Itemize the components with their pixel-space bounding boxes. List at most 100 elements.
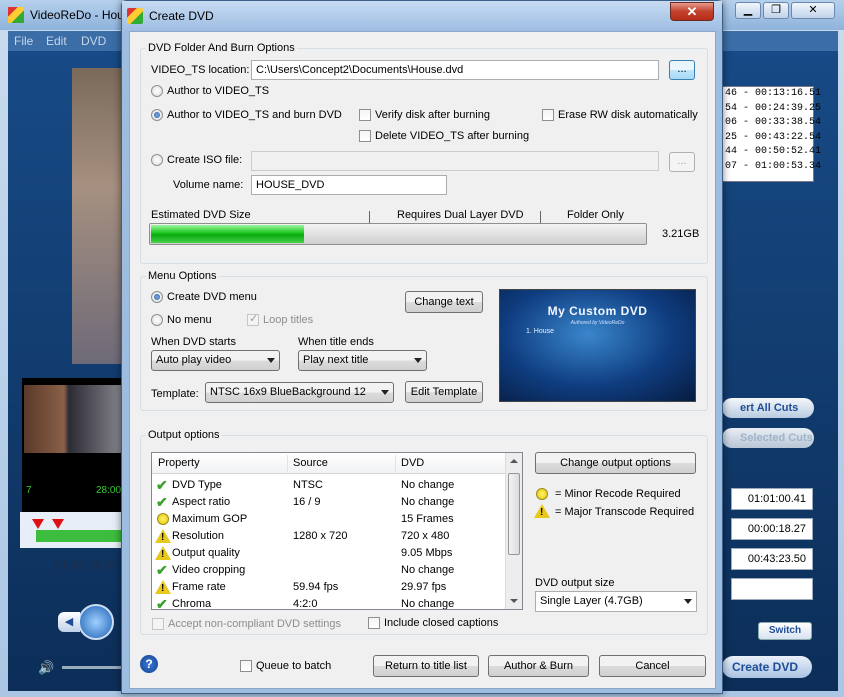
cell-property: Aspect ratio <box>172 496 231 508</box>
iso-file-input[interactable] <box>251 151 659 171</box>
browse-iso-button[interactable]: ... <box>669 152 695 172</box>
cell-dvd: 720 x 480 <box>401 530 450 542</box>
author-burn-radio[interactable] <box>151 109 163 121</box>
output-properties-list[interactable]: Property Source DVD ✔ DVD Type NTSC No chan… <box>151 452 523 610</box>
title-ends-select[interactable]: Play next title <box>298 350 427 371</box>
cut-list-item[interactable]: 54 - 00:24:39.25 <box>723 102 821 117</box>
delete-videots-checkbox[interactable] <box>359 130 371 142</box>
cut-list-item[interactable]: 25 - 00:43:22.54 <box>723 131 821 146</box>
menu-options-group-label: Menu Options <box>146 270 219 282</box>
column-property[interactable]: Property <box>158 457 200 469</box>
app-logo-icon <box>127 8 143 24</box>
switch-button[interactable]: Switch <box>758 622 812 640</box>
erase-rw-checkbox[interactable] <box>542 109 554 121</box>
table-row[interactable]: Resolution 1280 x 720 720 x 480 <box>152 528 505 545</box>
no-menu-radio[interactable] <box>151 314 163 326</box>
change-output-options-button[interactable]: Change output options <box>535 452 696 474</box>
browse-videots-button[interactable]: ... <box>669 60 695 80</box>
template-select[interactable]: NTSC 16x9 BlueBackground 12 <box>205 382 394 403</box>
volume-name-input[interactable]: HOUSE_DVD <box>251 175 447 195</box>
preview-item: 1. House <box>526 328 555 335</box>
cut-list-item[interactable]: 06 - 00:33:38.54 <box>723 116 821 131</box>
return-title-list-button[interactable]: Return to title list <box>373 655 479 677</box>
video-preview <box>72 68 124 364</box>
cell-property: Video cropping <box>172 564 246 576</box>
cancel-button[interactable]: Cancel <box>599 655 706 677</box>
edit-template-button[interactable]: Edit Template <box>405 381 483 403</box>
cut-marker-icon[interactable] <box>52 519 64 529</box>
volume-icon[interactable]: 🔊 <box>38 660 54 676</box>
time-field[interactable]: 00:43:23.50 <box>731 548 813 570</box>
scroll-down-icon[interactable] <box>510 599 518 603</box>
table-row[interactable]: Frame rate 59.94 fps 29.97 fps <box>152 579 505 596</box>
author-videots-radio[interactable] <box>151 85 163 97</box>
size-separator <box>369 211 370 223</box>
column-source[interactable]: Source <box>293 457 328 469</box>
scroll-thumb[interactable] <box>508 473 520 555</box>
list-scrollbar[interactable] <box>505 453 522 609</box>
volume-slider[interactable] <box>62 666 122 669</box>
erase-rw-label: Erase RW disk automatically <box>558 109 698 121</box>
closed-captions-checkbox[interactable] <box>368 617 380 629</box>
maximize-button[interactable]: ❐ <box>763 2 789 19</box>
title-ends-label: When title ends <box>298 336 374 348</box>
cell-property: Frame rate <box>172 581 226 593</box>
create-iso-radio[interactable] <box>151 154 163 166</box>
close-button[interactable]: ✕ <box>670 2 714 21</box>
cut-list-item[interactable]: 44 - 00:50:52.41 <box>723 145 821 160</box>
menu-edit[interactable]: Edit <box>46 34 67 48</box>
cut-list-item[interactable]: 07 - 01:00:53.34 <box>723 160 821 175</box>
cell-property: Output quality <box>172 547 240 559</box>
time-field[interactable]: 00:00:18.27 <box>731 518 813 540</box>
cell-dvd: No change <box>401 564 455 576</box>
videots-location-input[interactable]: C:\Users\Concept2\Documents\House.dvd <box>251 60 659 80</box>
table-row[interactable]: ✔ DVD Type NTSC No change <box>152 477 505 494</box>
ok-check-icon: ✔ <box>156 494 168 510</box>
dvd-size-progress-fill <box>151 225 305 243</box>
accept-noncompliant-checkbox[interactable] <box>152 618 164 630</box>
cell-source: NTSC <box>293 479 323 491</box>
queue-batch-label: Queue to batch <box>256 660 332 672</box>
create-iso-label: Create ISO file: <box>167 154 243 166</box>
dvd-output-size-select[interactable]: Single Layer (4.7GB) <box>535 591 697 612</box>
menu-preview: My Custom DVD Authored by VideoReDo 1. H… <box>499 289 696 402</box>
cell-source: 4:2:0 <box>293 598 318 610</box>
prev-button[interactable]: ◀ <box>58 612 80 632</box>
menu-dvd[interactable]: DVD <box>81 34 106 48</box>
cut-list-item[interactable]: 46 - 00:13:16.51 <box>723 87 821 102</box>
table-row[interactable]: ✔ Video cropping No change <box>152 562 505 579</box>
scroll-up-icon[interactable] <box>510 459 518 463</box>
play-button[interactable] <box>78 604 114 640</box>
selected-cuts-button[interactable]: Selected Cuts <box>722 428 814 448</box>
revert-all-cuts-button[interactable]: ert All Cuts <box>722 398 814 418</box>
column-dvd[interactable]: DVD <box>401 457 424 469</box>
help-icon[interactable]: ? <box>140 655 158 673</box>
loop-titles-label: Loop titles <box>263 314 314 326</box>
title-ends-value: Play next title <box>303 354 369 366</box>
time-field[interactable]: 01:01:00.41 <box>731 488 813 510</box>
author-burn-button[interactable]: Author & Burn <box>488 655 589 677</box>
close-app-button[interactable]: ✕ <box>791 2 835 19</box>
videots-location-label: VIDEO_TS location: <box>151 64 250 76</box>
ok-check-icon: ✔ <box>156 562 168 578</box>
current-timecode: 01:00:35.07 <box>54 558 119 572</box>
menu-file[interactable]: File <box>14 34 33 48</box>
minimize-button[interactable]: ▁ <box>735 2 761 19</box>
accept-noncompliant-label: Accept non-compliant DVD settings <box>168 618 342 630</box>
table-row[interactable]: Maximum GOP 15 Frames <box>152 511 505 528</box>
table-row[interactable]: Output quality 9.05 Mbps <box>152 545 505 562</box>
time-field[interactable] <box>731 578 813 600</box>
queue-batch-checkbox[interactable] <box>240 660 252 672</box>
loop-titles-checkbox[interactable] <box>247 312 259 326</box>
list-header: Property Source DVD <box>152 453 505 474</box>
cell-source: 1280 x 720 <box>293 530 348 542</box>
create-menu-radio[interactable] <box>151 291 163 303</box>
dvd-output-size-label: DVD output size <box>535 577 615 589</box>
change-text-button[interactable]: Change text <box>405 291 483 313</box>
dvd-starts-select[interactable]: Auto play video <box>151 350 280 371</box>
verify-disk-checkbox[interactable] <box>359 109 371 121</box>
create-dvd-main-button[interactable]: Create DVD <box>722 656 812 678</box>
cut-marker-icon[interactable] <box>32 519 44 529</box>
table-row[interactable]: ✔ Chroma 4:2:0 No change <box>152 596 505 610</box>
table-row[interactable]: ✔ Aspect ratio 16 / 9 No change <box>152 494 505 511</box>
